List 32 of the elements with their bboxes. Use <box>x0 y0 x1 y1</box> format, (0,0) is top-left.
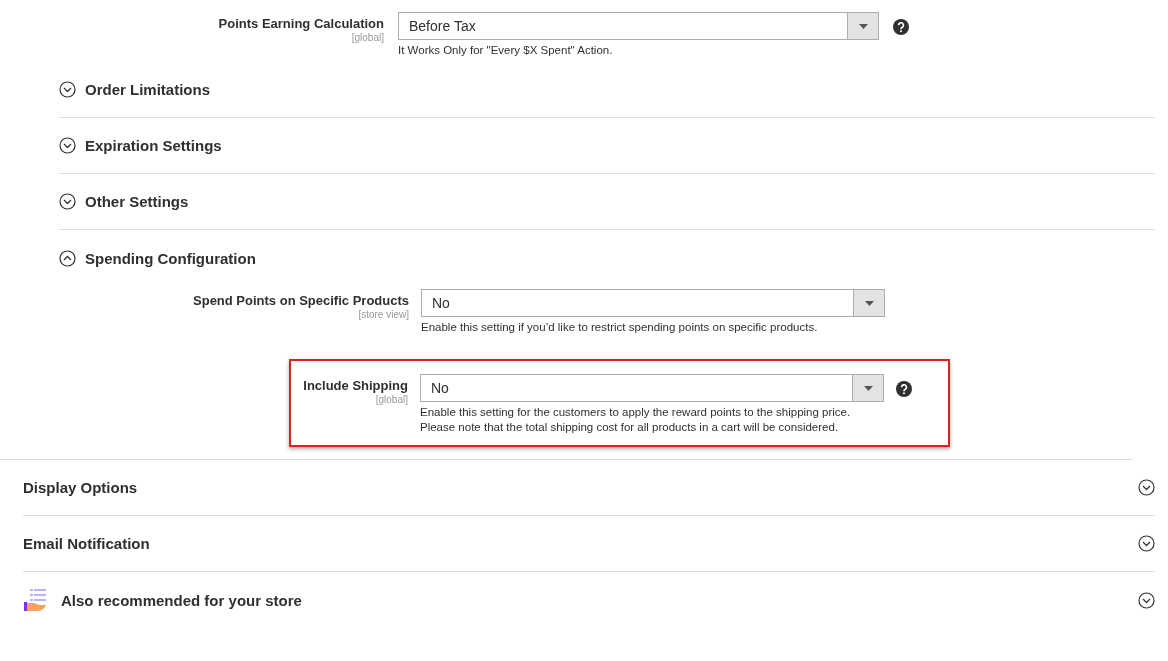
section-title[interactable]: Also recommended for your store <box>61 591 1138 609</box>
section-title[interactable]: Email Notification <box>23 535 1138 552</box>
hand-list-icon <box>23 588 49 612</box>
subsection-title[interactable]: Expiration Settings <box>85 137 222 154</box>
expand-icon[interactable] <box>1138 591 1155 609</box>
select-field[interactable]: Before Tax <box>398 12 879 40</box>
subsection-title[interactable]: Other Settings <box>85 193 189 210</box>
section-title[interactable]: Display Options <box>23 479 1138 496</box>
field-label: Points Earning Calculation <box>217 16 384 31</box>
subsection-title[interactable]: Spending Configuration <box>85 249 256 267</box>
field-label: Include Shipping <box>302 378 408 393</box>
select-field[interactable]: No <box>420 374 884 402</box>
collapse-icon[interactable] <box>59 249 76 267</box>
field-label: Spend Points on Specific Products <box>192 293 409 308</box>
expand-icon[interactable] <box>1138 535 1155 552</box>
dropdown-arrow-icon <box>863 385 873 391</box>
expand-icon[interactable] <box>59 137 76 154</box>
select-field[interactable]: No <box>421 289 885 317</box>
subsection-title[interactable]: Order Limitations <box>85 81 211 98</box>
scope-label: [global] <box>374 394 408 405</box>
scope-label: [store view] <box>357 309 409 320</box>
field-note: It Works Only for "Every $X Spent" Action. <box>398 43 614 58</box>
field-note: Enable this setting for the customers to apply the reward points to the shipping price. Please note that the total shipping cost for all products in a cart will be considered. <box>420 405 852 435</box>
scope-label: [global] <box>350 32 384 43</box>
dropdown-arrow-icon <box>858 23 868 29</box>
help-icon[interactable] <box>896 381 912 397</box>
help-icon[interactable] <box>893 19 909 35</box>
field-note: Enable this setting if you’d like to restrict spending points on specific products. <box>421 320 819 335</box>
expand-icon[interactable] <box>1138 479 1155 496</box>
expand-icon[interactable] <box>59 193 76 210</box>
dropdown-arrow-icon <box>864 300 874 306</box>
expand-icon[interactable] <box>59 81 76 98</box>
